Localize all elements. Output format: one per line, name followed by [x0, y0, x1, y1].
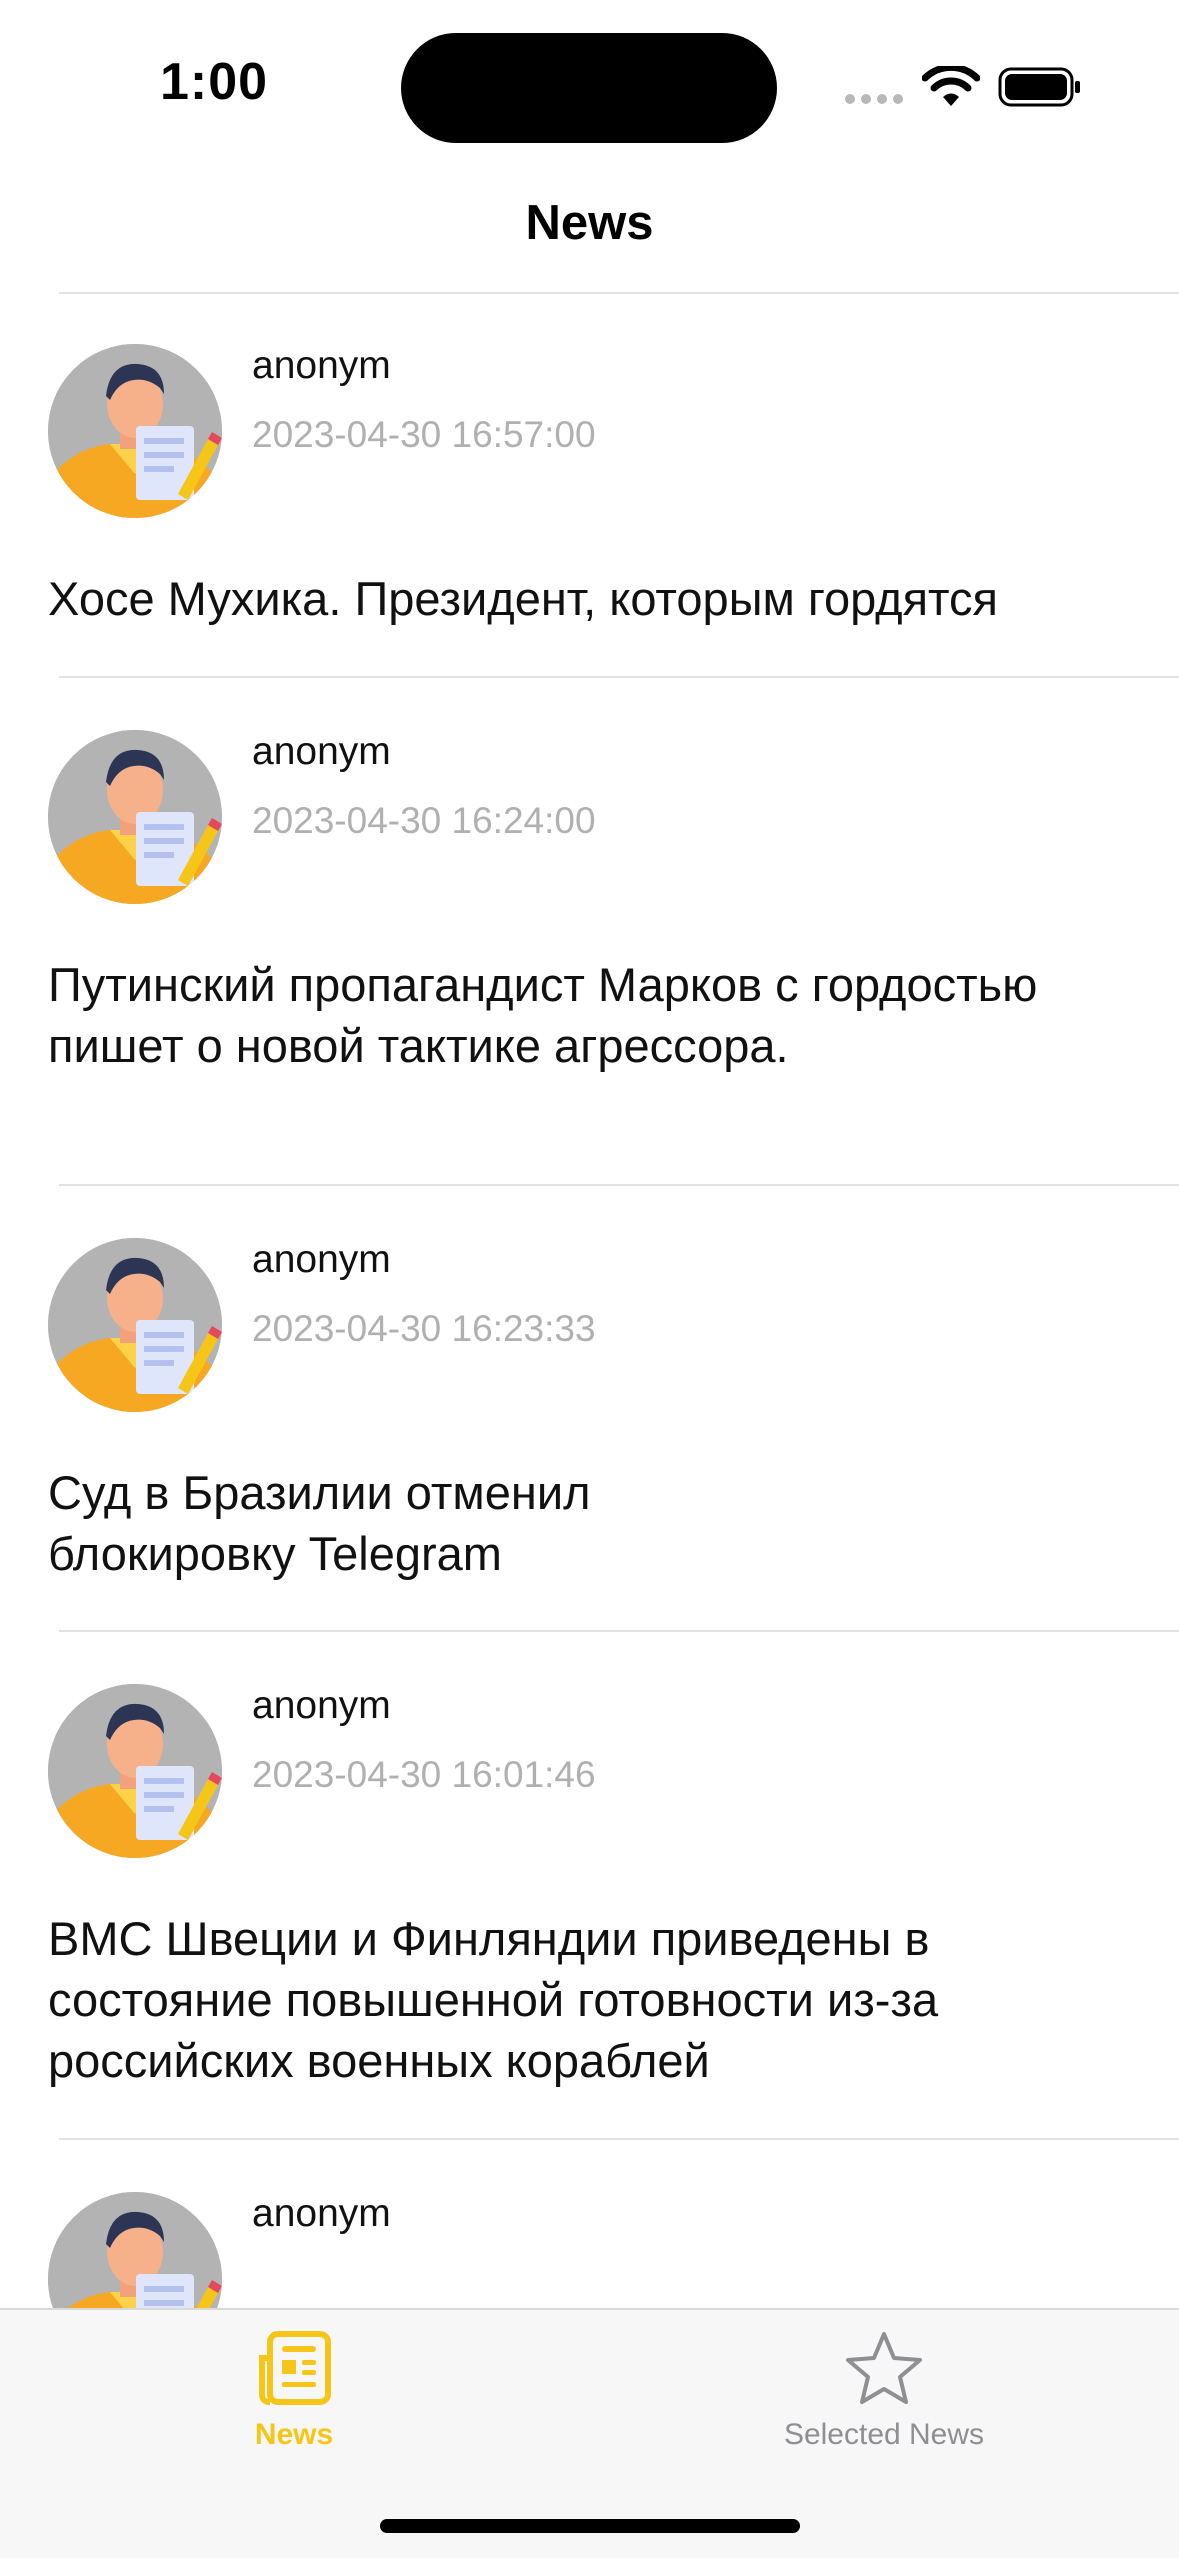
- row-divider: [59, 1630, 1179, 1632]
- news-date: 2023-04-30 16:23:33: [252, 1308, 596, 1349]
- author-name: anonym: [252, 344, 391, 387]
- author-name: anonym: [252, 1684, 391, 1727]
- row-divider: [59, 676, 1179, 678]
- home-indicator[interactable]: [380, 2519, 800, 2533]
- news-date: 2023-04-30 16:57:00: [252, 414, 596, 455]
- row-divider: [59, 1184, 1179, 1186]
- author-avatar-icon: [48, 730, 222, 904]
- status-bar: 1:00: [0, 0, 1179, 170]
- tab-label: Selected News: [783, 2418, 985, 2451]
- author-avatar-icon: [48, 2192, 222, 2308]
- news-date: 2023-04-30 16:01:46: [252, 1754, 596, 1795]
- tab-news[interactable]: News: [144, 2310, 444, 2480]
- tab-label: News: [254, 2418, 334, 2451]
- author-avatar-icon: [48, 1684, 222, 1858]
- star-icon: [846, 2332, 922, 2404]
- author-avatar-icon: [48, 1238, 222, 1412]
- cellular-signal-icon: [845, 94, 905, 106]
- newspaper-icon: [259, 2331, 331, 2405]
- news-date: 2023-04-30 16:24:00: [252, 800, 596, 841]
- author-name: anonym: [252, 2192, 391, 2235]
- row-divider: [59, 2138, 1179, 2140]
- wifi-icon: [922, 66, 980, 106]
- status-time: 1:00: [160, 53, 269, 111]
- news-headline: Хосе Мухика. Президент, которым гордятся: [48, 572, 998, 625]
- battery-icon: [998, 67, 1080, 107]
- dynamic-island: [401, 33, 777, 143]
- author-avatar-icon: [48, 344, 222, 518]
- tab-selected-news[interactable]: Selected News: [734, 2310, 1034, 2480]
- page-title: News: [525, 196, 654, 250]
- news-headline: ВМС Швеции и Финляндии приведены в состо…: [48, 1912, 939, 2087]
- news-headline: Путинский пропагандист Марков с гордость…: [48, 958, 1038, 1072]
- news-feed[interactable]: anonym 2023-04-30 16:57:00 Хосе Мухика. …: [0, 294, 1179, 2308]
- news-headline: Суд в Бразилии отменил блокировку Telegr…: [48, 1466, 591, 1580]
- author-name: anonym: [252, 730, 391, 773]
- author-name: anonym: [252, 1238, 391, 1281]
